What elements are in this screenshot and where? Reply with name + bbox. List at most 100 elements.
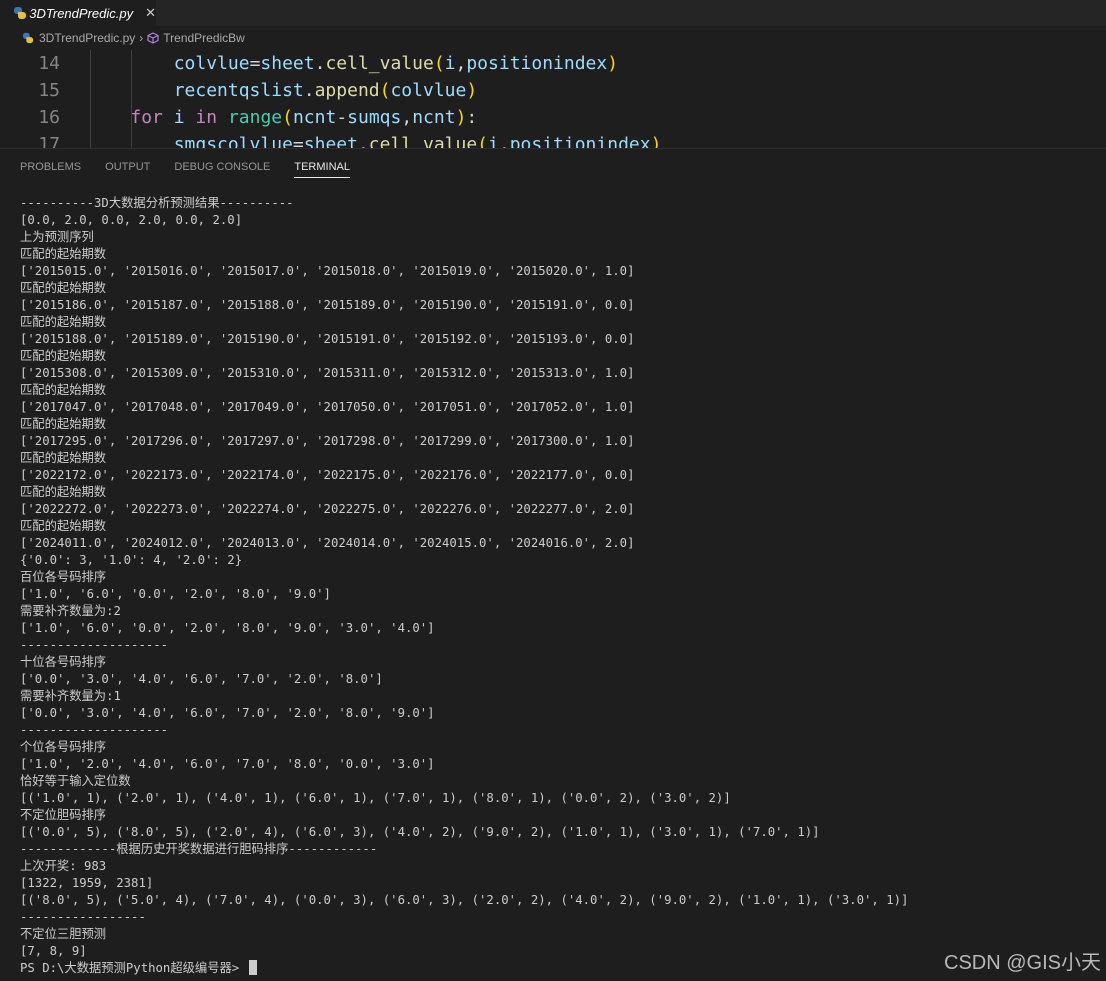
terminal-line: ['2024011.0', '2024012.0', '2024013.0', … bbox=[20, 536, 635, 550]
code-editor[interactable]: 14 colvlue=sheet.cell_value(i,positionin… bbox=[0, 50, 1106, 148]
python-file-icon bbox=[14, 7, 27, 19]
terminal-line: ['2015188.0', '2015189.0', '2015190.0', … bbox=[20, 332, 635, 346]
code-token: colvlue bbox=[390, 80, 467, 101]
tab-problems[interactable]: PROBLEMS bbox=[20, 161, 81, 178]
close-icon[interactable]: ✕ bbox=[145, 6, 156, 21]
terminal-line: ['0.0', '3.0', '4.0', '6.0', '7.0', '2.0… bbox=[20, 706, 435, 720]
code-token: cell_value bbox=[325, 53, 434, 74]
code-token: , bbox=[498, 134, 510, 148]
watermark: CSDN @GIS小天 bbox=[944, 952, 1101, 974]
tab-terminal[interactable]: TERMINAL bbox=[294, 161, 350, 178]
code-token: recentqslist bbox=[173, 80, 304, 101]
terminal-line: ['1.0', '6.0', '0.0', '2.0', '8.0', '9.0… bbox=[20, 587, 331, 601]
code-token: i bbox=[488, 134, 499, 148]
code-token: sheet bbox=[260, 53, 315, 74]
terminal-line: ['0.0', '3.0', '4.0', '6.0', '7.0', '2.0… bbox=[20, 672, 383, 686]
terminal-cursor bbox=[248, 960, 257, 975]
tab-title: 3DTrendPredic.py bbox=[29, 5, 134, 21]
terminal-line: [1322, 1959, 2381] bbox=[20, 876, 154, 890]
code-token: ) bbox=[607, 53, 619, 74]
code-token: - bbox=[336, 107, 348, 128]
editor-tab-bar: 3DTrendPredic.py ✕ bbox=[0, 0, 1106, 26]
code-token: positionindex bbox=[509, 134, 651, 148]
code-token: append bbox=[314, 80, 380, 101]
code-token: for bbox=[130, 107, 163, 128]
code-token: ) bbox=[455, 107, 467, 128]
code-token: ( bbox=[282, 107, 293, 128]
code-token: = bbox=[292, 134, 304, 148]
code-token: ( bbox=[379, 80, 391, 101]
code-token: ) bbox=[650, 134, 662, 148]
terminal-line: 十位各号码排序 bbox=[20, 655, 107, 669]
terminal-line: 匹配的起始期数 bbox=[20, 383, 107, 397]
code-token: ) bbox=[466, 80, 478, 101]
code-token: smqscolvlue bbox=[173, 134, 293, 148]
terminal-line: 匹配的起始期数 bbox=[20, 349, 107, 363]
code-token: sheet bbox=[303, 134, 358, 148]
terminal-line: [('8.0', 5), ('5.0', 4), ('7.0', 4), ('0… bbox=[20, 893, 909, 907]
terminal-line: 匹配的起始期数 bbox=[20, 417, 107, 431]
code-token: range bbox=[227, 107, 283, 128]
prompt-text: PS D:\大数据预测Python超级编号器> bbox=[20, 961, 247, 975]
terminal-line: 需要补齐数量为:1 bbox=[20, 689, 121, 703]
code-token: colvlue bbox=[173, 53, 250, 74]
line-number: 16 bbox=[38, 107, 60, 128]
terminal-line: -------------------- bbox=[20, 638, 169, 652]
terminal-line: 个位各号码排序 bbox=[20, 740, 107, 754]
code-token: = bbox=[249, 53, 261, 74]
tab-debug-console[interactable]: DEBUG CONSOLE bbox=[174, 161, 270, 178]
code-token: ( bbox=[477, 134, 489, 148]
terminal-line: [0.0, 2.0, 0.0, 2.0, 0.0, 2.0] bbox=[20, 213, 243, 227]
terminal-line: 不定位三胆预测 bbox=[20, 927, 107, 941]
code-token: i bbox=[173, 107, 185, 128]
code-token: i bbox=[444, 53, 456, 74]
tab-output[interactable]: OUTPUT bbox=[105, 161, 150, 178]
terminal-line: [('0.0', 5), ('8.0', 5), ('2.0', 4), ('6… bbox=[20, 825, 820, 839]
code-text: recentqslist.append(colvlue) bbox=[87, 77, 477, 104]
terminal-line: 百位各号码排序 bbox=[20, 570, 107, 584]
code-token: , bbox=[401, 107, 413, 128]
code-token: ncnt bbox=[292, 107, 337, 128]
code-token: ncnt bbox=[412, 107, 456, 128]
python-file-icon bbox=[22, 32, 34, 44]
terminal-output[interactable]: ----------3D大数据分析预测结果---------- [0.0, 2.0… bbox=[20, 195, 1106, 977]
terminal-line: 上次开奖: 983 bbox=[20, 859, 107, 873]
terminal-line: ['2017047.0', '2017048.0', '2017049.0', … bbox=[20, 400, 635, 414]
code-text: for i in range(ncnt-sumqs,ncnt): bbox=[87, 104, 477, 131]
line-number: 14 bbox=[38, 53, 60, 74]
terminal-line: 匹配的起始期数 bbox=[20, 281, 107, 295]
code-token: : bbox=[466, 107, 478, 128]
terminal-line: 恰好等于输入定位数 bbox=[20, 774, 131, 788]
terminal-line: ['2015015.0', '2015016.0', '2015017.0', … bbox=[20, 264, 635, 278]
breadcrumb: 3DTrendPredic.py › TrendPredicBw bbox=[0, 26, 1106, 50]
terminal-line: 匹配的起始期数 bbox=[20, 451, 107, 465]
code-token: , bbox=[455, 53, 467, 74]
code-token: . bbox=[314, 53, 326, 74]
terminal-line: -------------根据历史开奖数据进行胆码排序------------ bbox=[20, 842, 378, 856]
bottom-panel: PROBLEMS OUTPUT DEBUG CONSOLE TERMINAL -… bbox=[0, 148, 1106, 981]
line-number: 15 bbox=[38, 80, 60, 101]
class-symbol-icon bbox=[147, 32, 159, 44]
terminal-line: {'0.0': 3, '1.0': 4, '2.0': 2} bbox=[20, 553, 243, 567]
code-token: sumqs bbox=[347, 107, 402, 128]
terminal-line: ['2017295.0', '2017296.0', '2017297.0', … bbox=[20, 434, 635, 448]
terminal-line: 匹配的起始期数 bbox=[20, 485, 107, 499]
terminal-line: -------------------- bbox=[20, 723, 169, 737]
breadcrumb-symbol[interactable]: TrendPredicBw bbox=[163, 31, 245, 45]
panel-tabs: PROBLEMS OUTPUT DEBUG CONSOLE TERMINAL bbox=[20, 161, 374, 178]
terminal-line: 匹配的起始期数 bbox=[20, 519, 107, 533]
code-text: colvlue=sheet.cell_value(i,positionindex… bbox=[87, 50, 618, 77]
terminal-line: ----------------- bbox=[20, 910, 146, 924]
editor-tab-3dtrendpredic[interactable]: 3DTrendPredic.py ✕ bbox=[0, 0, 156, 26]
terminal-line: [('1.0', 1), ('2.0', 1), ('4.0', 1), ('6… bbox=[20, 791, 731, 805]
terminal-line: 匹配的起始期数 bbox=[20, 315, 107, 329]
breadcrumb-file[interactable]: 3DTrendPredic.py bbox=[39, 31, 135, 45]
terminal-line: ['1.0', '2.0', '4.0', '6.0', '7.0', '8.0… bbox=[20, 757, 435, 771]
code-token: cell_value bbox=[368, 134, 478, 148]
code-token: in bbox=[195, 107, 218, 128]
